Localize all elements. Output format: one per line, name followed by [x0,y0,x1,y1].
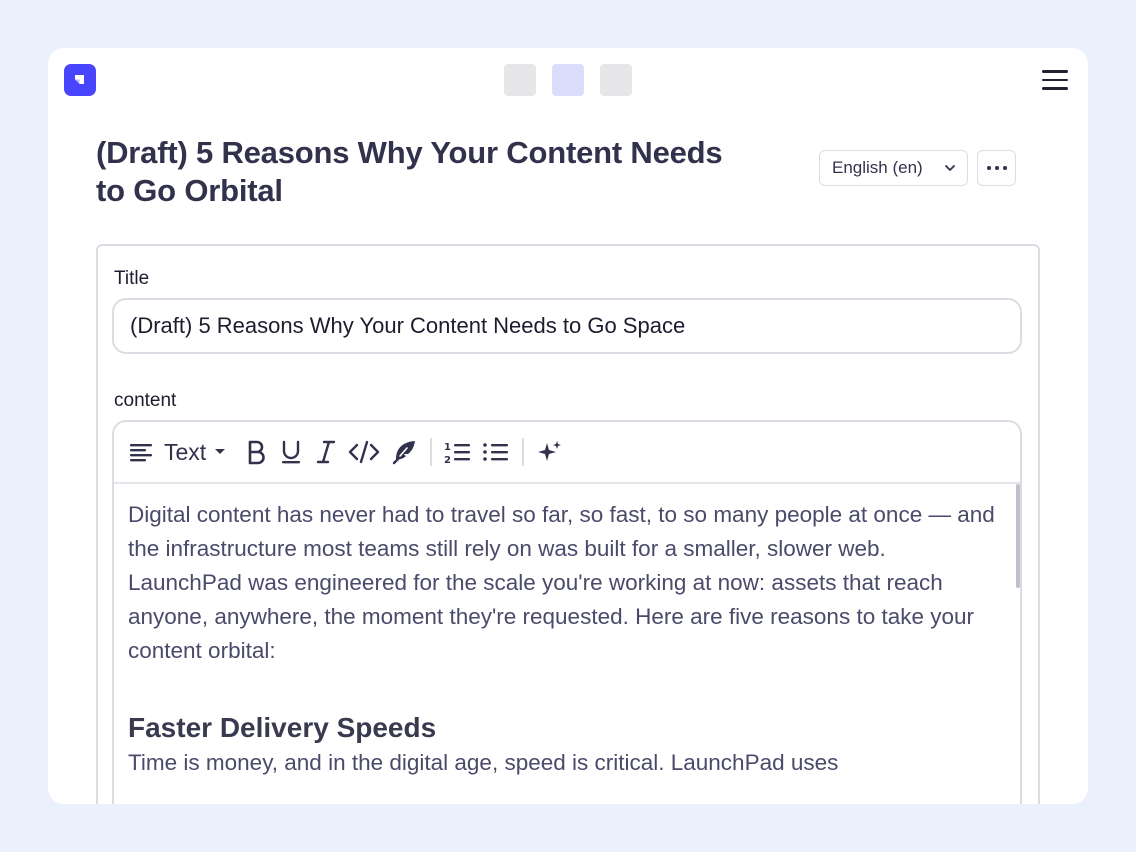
svg-text:2: 2 [444,455,451,465]
italic-icon[interactable] [314,436,338,468]
tab-2[interactable] [552,64,584,96]
editor-card: (Draft) 5 Reasons Why Your Content Needs… [48,48,1088,804]
more-actions-button[interactable] [977,150,1016,186]
svg-text:1: 1 [444,442,451,453]
caret-down-icon [215,449,226,454]
hamburger-icon[interactable] [1042,66,1070,94]
block-type-value: Text [164,438,207,465]
title-input-value: (Draft) 5 Reasons Why Your Content Needs… [130,313,686,338]
header-tabs [504,64,632,96]
editor-toolbar: Text 1 2 [114,422,1020,484]
tab-3[interactable] [600,64,632,96]
ordered-list-icon[interactable]: 1 2 [444,436,472,468]
editor-content[interactable]: Digital content has never had to travel … [114,484,1020,804]
bullet-list-icon[interactable] [482,436,510,468]
edit-form: Title (Draft) 5 Reasons Why Your Content… [96,244,1040,804]
tab-1[interactable] [504,64,536,96]
ai-sparkle-icon[interactable] [536,436,564,468]
content-paragraph: Digital content has never had to travel … [128,502,995,663]
rich-text-editor[interactable]: Text 1 2 Digital content has never had t… [112,420,1022,804]
chevron-down-icon [945,165,955,171]
page-title: (Draft) 5 Reasons Why Your Content Needs… [96,135,723,208]
content-label: content [114,390,177,411]
editor-scrollbar[interactable] [1016,484,1020,588]
toolbar-divider [522,438,525,466]
app-logo-icon[interactable] [64,64,96,96]
content-paragraph: Time is money, and in the digital age, s… [128,750,839,775]
toolbar-divider [430,438,433,466]
language-select-value: English (en) [832,158,923,177]
align-icon[interactable] [128,436,154,468]
underline-icon[interactable] [278,436,304,468]
content-heading: Faster Delivery Speeds [128,712,437,743]
quill-icon[interactable] [390,436,418,468]
language-select[interactable]: English (en) [819,150,968,186]
code-icon[interactable] [348,436,380,468]
title-input[interactable]: (Draft) 5 Reasons Why Your Content Needs… [112,298,1022,354]
block-type-select[interactable]: Text [164,439,226,466]
bold-icon[interactable] [244,436,268,468]
title-label: Title [114,268,150,289]
